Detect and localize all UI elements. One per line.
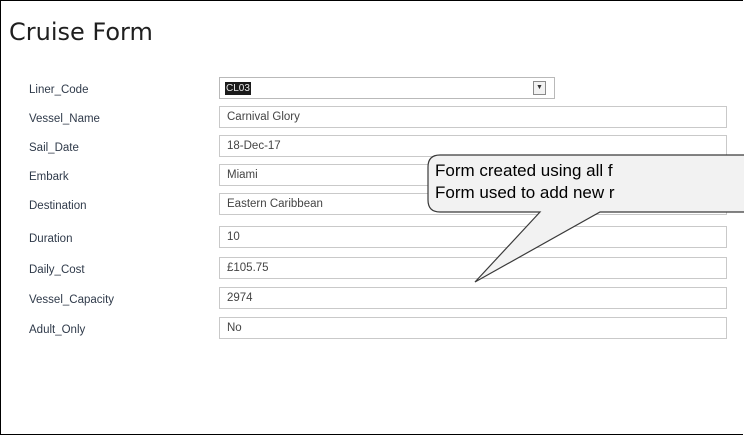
callout-line-1: Form created using all f (435, 161, 613, 180)
callout-line-2: Form used to add new r (435, 183, 615, 202)
callout-bubble (427, 154, 744, 283)
callout-text: Form created using all f Form used to ad… (435, 160, 615, 204)
